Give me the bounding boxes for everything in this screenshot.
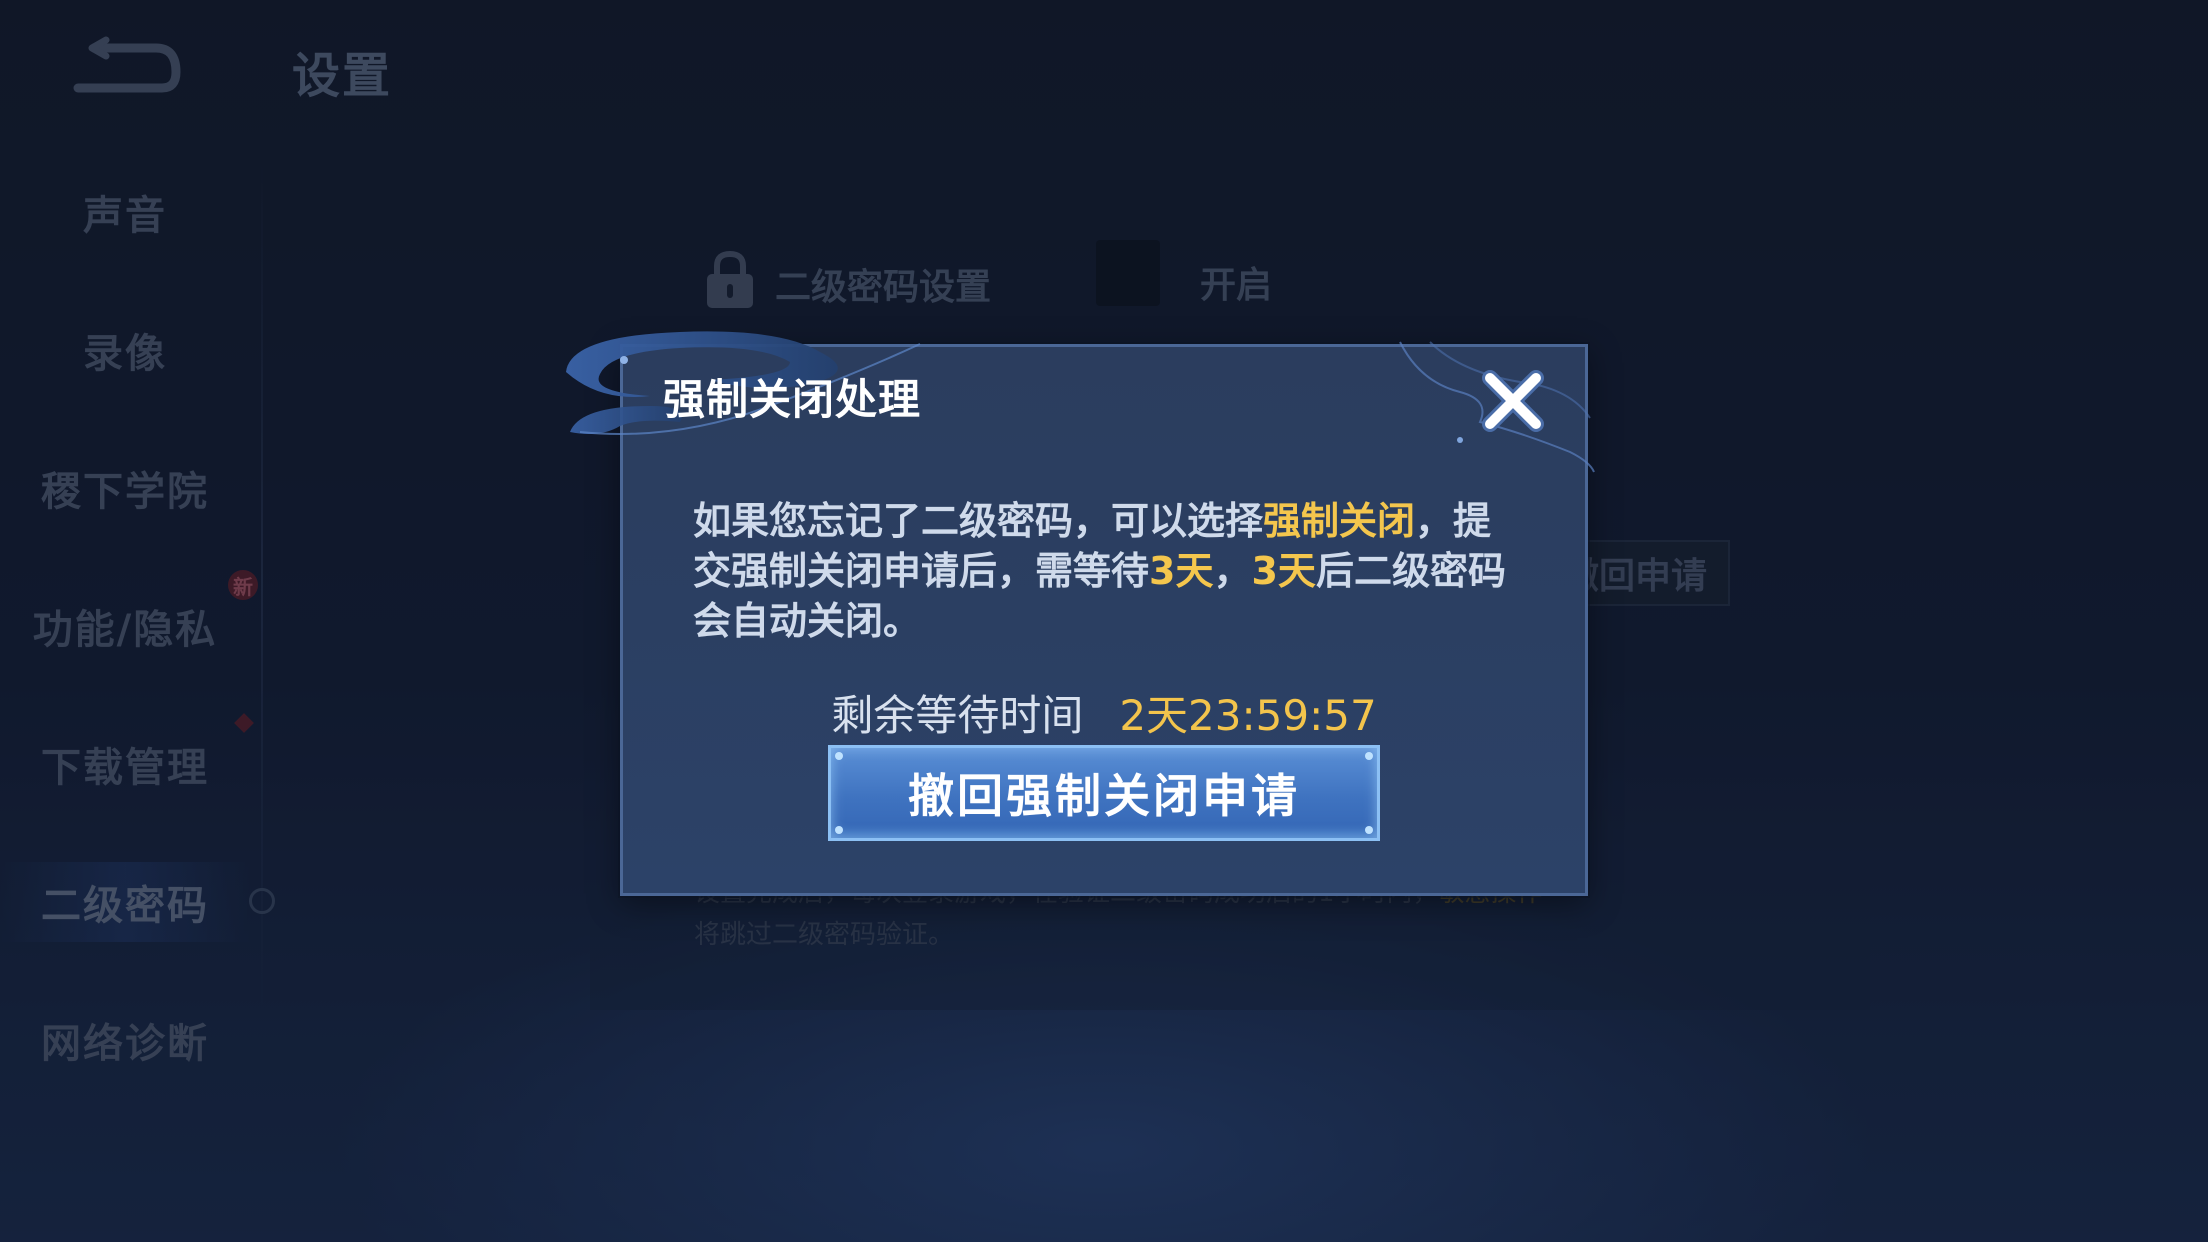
close-icon	[1482, 370, 1544, 432]
message-text-3: ，	[1213, 549, 1252, 593]
message-text-1: 如果您忘记了二级密码，可以选择	[693, 499, 1264, 543]
revoke-force-close-button[interactable]: 撤回强制关闭申请	[828, 745, 1380, 841]
dialog-message: 如果您忘记了二级密码，可以选择强制关闭，提交强制关闭申请后，需等待3天，3天后二…	[693, 496, 1513, 646]
button-corner-ornament	[835, 752, 843, 760]
remaining-time-value: 2天23:59:57	[1119, 691, 1377, 740]
message-highlight-days-2: 3天	[1251, 549, 1316, 593]
message-highlight-force-close: 强制关闭	[1263, 499, 1416, 543]
remaining-time-row: 剩余等待时间 2天23:59:57	[0, 682, 2208, 743]
button-corner-ornament	[835, 826, 843, 834]
button-corner-ornament	[1365, 826, 1373, 834]
dialog-title: 强制关闭处理	[663, 375, 922, 424]
close-button[interactable]	[1476, 364, 1550, 438]
message-highlight-days: 3天	[1149, 549, 1214, 593]
button-corner-ornament	[1365, 752, 1373, 760]
remaining-time-label: 剩余等待时间	[831, 691, 1084, 740]
revoke-button-label: 撤回强制关闭申请	[908, 769, 1300, 823]
